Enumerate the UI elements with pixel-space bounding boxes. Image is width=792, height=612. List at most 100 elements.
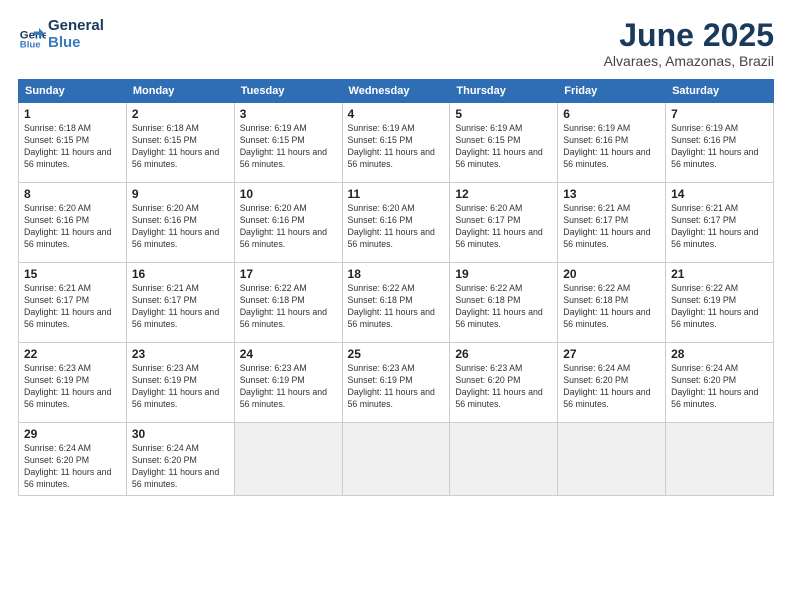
day-info: Sunrise: 6:19 AM Sunset: 6:15 PM Dayligh…	[348, 123, 445, 171]
day-info: Sunrise: 6:22 AM Sunset: 6:18 PM Dayligh…	[240, 283, 337, 331]
day-cell-7: 7 Sunrise: 6:19 AM Sunset: 6:16 PM Daylig…	[666, 103, 774, 183]
day-number: 25	[348, 347, 445, 361]
day-info: Sunrise: 6:22 AM Sunset: 6:18 PM Dayligh…	[455, 283, 552, 331]
weekday-header-tuesday: Tuesday	[234, 80, 342, 103]
day-number: 29	[24, 427, 121, 441]
weekday-header-saturday: Saturday	[666, 80, 774, 103]
day-info: Sunrise: 6:23 AM Sunset: 6:19 PM Dayligh…	[348, 363, 445, 411]
page: General Blue General Blue June 2025 Alva…	[0, 0, 792, 612]
day-number: 19	[455, 267, 552, 281]
day-number: 21	[671, 267, 768, 281]
day-number: 24	[240, 347, 337, 361]
day-cell-10: 10Sunrise: 6:20 AM Sunset: 6:16 PM Dayli…	[234, 183, 342, 263]
day-cell-3: 3 Sunrise: 6:19 AM Sunset: 6:15 PM Daylig…	[234, 103, 342, 183]
day-info: Sunrise: 6:19 AM Sunset: 6:15 PM Dayligh…	[240, 123, 337, 171]
calendar-title: June 2025	[604, 18, 774, 53]
day-info: Sunrise: 6:19 AM Sunset: 6:16 PM Dayligh…	[563, 123, 660, 171]
weekday-header-thursday: Thursday	[450, 80, 558, 103]
day-info: Sunrise: 6:21 AM Sunset: 6:17 PM Dayligh…	[132, 283, 229, 331]
day-number: 22	[24, 347, 121, 361]
empty-cell	[666, 423, 774, 496]
day-number: 18	[348, 267, 445, 281]
day-info: Sunrise: 6:23 AM Sunset: 6:19 PM Dayligh…	[240, 363, 337, 411]
day-info: Sunrise: 6:18 AM Sunset: 6:15 PM Dayligh…	[24, 123, 121, 171]
day-cell-14: 14 Sunrise: 6:21 AM Sunset: 6:17 PM Dayli…	[666, 183, 774, 263]
weekday-header-row: SundayMondayTuesdayWednesdayThursdayFrid…	[19, 80, 774, 103]
day-cell-19: 19 Sunrise: 6:22 AM Sunset: 6:18 PM Dayli…	[450, 263, 558, 343]
day-info: Sunrise: 6:24 AM Sunset: 6:20 PM Dayligh…	[132, 443, 229, 491]
day-info: Sunrise: 6:20 AM Sunset: 6:16 PM Dayligh…	[348, 203, 445, 251]
logo-icon: General Blue	[18, 21, 46, 49]
day-number: 17	[240, 267, 337, 281]
day-number: 2	[132, 107, 229, 121]
day-info: Sunrise: 6:22 AM Sunset: 6:19 PM Dayligh…	[671, 283, 768, 331]
day-cell-20: 20 Sunrise: 6:22 AM Sunset: 6:18 PM Dayli…	[558, 263, 666, 343]
day-number: 4	[348, 107, 445, 121]
day-cell-25: 25 Sunrise: 6:23 AM Sunset: 6:19 PM Dayli…	[342, 343, 450, 423]
day-cell-9: 9Sunrise: 6:20 AM Sunset: 6:16 PM Daylig…	[126, 183, 234, 263]
day-cell-17: 17 Sunrise: 6:22 AM Sunset: 6:18 PM Dayli…	[234, 263, 342, 343]
header: General Blue General Blue June 2025 Alva…	[18, 18, 774, 69]
day-number: 7	[671, 107, 768, 121]
day-cell-5: 5 Sunrise: 6:19 AM Sunset: 6:15 PM Daylig…	[450, 103, 558, 183]
calendar-table: SundayMondayTuesdayWednesdayThursdayFrid…	[18, 79, 774, 496]
day-number: 6	[563, 107, 660, 121]
day-number: 28	[671, 347, 768, 361]
day-info: Sunrise: 6:24 AM Sunset: 6:20 PM Dayligh…	[671, 363, 768, 411]
day-number: 5	[455, 107, 552, 121]
day-number: 26	[455, 347, 552, 361]
day-info: Sunrise: 6:20 AM Sunset: 6:16 PM Dayligh…	[24, 203, 121, 251]
day-number: 20	[563, 267, 660, 281]
day-number: 1	[24, 107, 121, 121]
title-block: June 2025 Alvaraes, Amazonas, Brazil	[604, 18, 774, 69]
day-cell-29: 29 Sunrise: 6:24 AM Sunset: 6:20 PM Dayli…	[19, 423, 127, 496]
day-cell-1: 1 Sunrise: 6:18 AM Sunset: 6:15 PM Daylig…	[19, 103, 127, 183]
empty-cell	[234, 423, 342, 496]
day-info: Sunrise: 6:24 AM Sunset: 6:20 PM Dayligh…	[563, 363, 660, 411]
week-row-1: 1 Sunrise: 6:18 AM Sunset: 6:15 PM Daylig…	[19, 103, 774, 183]
day-number: 3	[240, 107, 337, 121]
day-number: 8	[24, 187, 121, 201]
day-cell-12: 12Sunrise: 6:20 AM Sunset: 6:17 PM Dayli…	[450, 183, 558, 263]
logo-blue: Blue	[48, 35, 104, 52]
week-row-2: 8 Sunrise: 6:20 AM Sunset: 6:16 PM Daylig…	[19, 183, 774, 263]
day-info: Sunrise: 6:23 AM Sunset: 6:20 PM Dayligh…	[455, 363, 552, 411]
empty-cell	[558, 423, 666, 496]
day-cell-16: 16Sunrise: 6:21 AM Sunset: 6:17 PM Dayli…	[126, 263, 234, 343]
day-number: 10	[240, 187, 337, 201]
day-info: Sunrise: 6:19 AM Sunset: 6:15 PM Dayligh…	[455, 123, 552, 171]
day-number: 12	[455, 187, 552, 201]
day-number: 9	[132, 187, 229, 201]
day-cell-2: 2 Sunrise: 6:18 AM Sunset: 6:15 PM Daylig…	[126, 103, 234, 183]
day-number: 14	[671, 187, 768, 201]
svg-text:Blue: Blue	[20, 39, 41, 49]
day-info: Sunrise: 6:21 AM Sunset: 6:17 PM Dayligh…	[671, 203, 768, 251]
day-info: Sunrise: 6:18 AM Sunset: 6:15 PM Dayligh…	[132, 123, 229, 171]
day-number: 13	[563, 187, 660, 201]
calendar-subtitle: Alvaraes, Amazonas, Brazil	[604, 53, 774, 69]
day-cell-15: 15Sunrise: 6:21 AM Sunset: 6:17 PM Dayli…	[19, 263, 127, 343]
day-info: Sunrise: 6:24 AM Sunset: 6:20 PM Dayligh…	[24, 443, 121, 491]
day-cell-21: 21 Sunrise: 6:22 AM Sunset: 6:19 PM Dayli…	[666, 263, 774, 343]
day-cell-22: 22Sunrise: 6:23 AM Sunset: 6:19 PM Dayli…	[19, 343, 127, 423]
day-cell-6: 6 Sunrise: 6:19 AM Sunset: 6:16 PM Daylig…	[558, 103, 666, 183]
logo: General Blue General Blue	[18, 18, 104, 51]
day-number: 23	[132, 347, 229, 361]
week-row-4: 22 Sunrise: 6:23 AM Sunset: 6:19 PM Dayli…	[19, 343, 774, 423]
week-row-3: 15Sunrise: 6:21 AM Sunset: 6:17 PM Dayli…	[19, 263, 774, 343]
day-info: Sunrise: 6:23 AM Sunset: 6:19 PM Dayligh…	[132, 363, 229, 411]
day-cell-26: 26 Sunrise: 6:23 AM Sunset: 6:20 PM Dayli…	[450, 343, 558, 423]
weekday-header-wednesday: Wednesday	[342, 80, 450, 103]
day-cell-30: 30Sunrise: 6:24 AM Sunset: 6:20 PM Dayli…	[126, 423, 234, 496]
day-cell-23: 23 Sunrise: 6:23 AM Sunset: 6:19 PM Dayli…	[126, 343, 234, 423]
day-number: 11	[348, 187, 445, 201]
day-info: Sunrise: 6:22 AM Sunset: 6:18 PM Dayligh…	[563, 283, 660, 331]
day-cell-11: 11 Sunrise: 6:20 AM Sunset: 6:16 PM Dayli…	[342, 183, 450, 263]
weekday-header-friday: Friday	[558, 80, 666, 103]
day-info: Sunrise: 6:21 AM Sunset: 6:17 PM Dayligh…	[24, 283, 121, 331]
weekday-header-monday: Monday	[126, 80, 234, 103]
empty-cell	[450, 423, 558, 496]
day-info: Sunrise: 6:19 AM Sunset: 6:16 PM Dayligh…	[671, 123, 768, 171]
day-number: 27	[563, 347, 660, 361]
day-cell-24: 24 Sunrise: 6:23 AM Sunset: 6:19 PM Dayli…	[234, 343, 342, 423]
